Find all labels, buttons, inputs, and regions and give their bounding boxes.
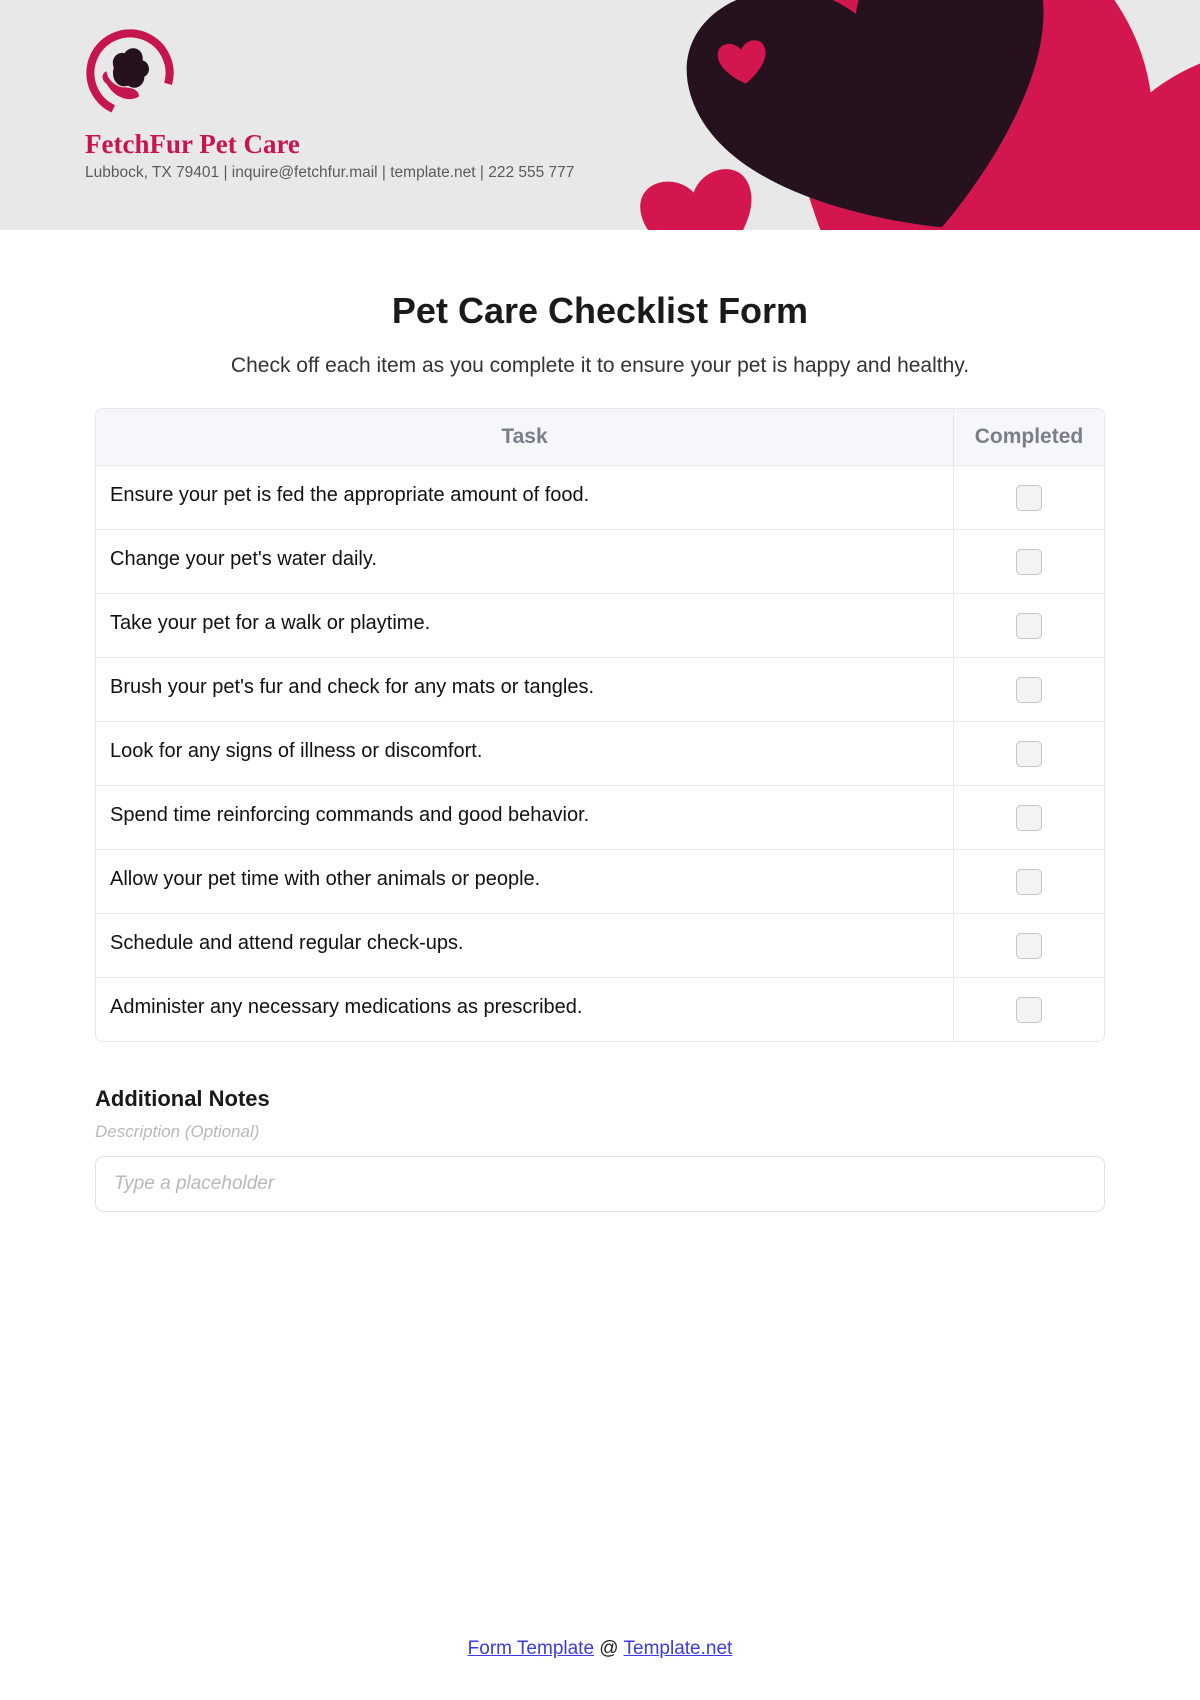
- table-header: Task Completed: [96, 409, 1104, 465]
- table-row: Ensure your pet is fed the appropriate a…: [96, 465, 1104, 529]
- checkbox[interactable]: [1016, 741, 1042, 767]
- completed-cell: [954, 594, 1104, 657]
- checkbox[interactable]: [1016, 677, 1042, 703]
- task-cell: Look for any signs of illness or discomf…: [96, 722, 954, 785]
- table-row: Schedule and attend regular check-ups.: [96, 913, 1104, 977]
- completed-cell: [954, 530, 1104, 593]
- checkbox[interactable]: [1016, 997, 1042, 1023]
- logo-icon: [85, 28, 175, 118]
- logo-block: FetchFur Pet Care Lubbock, TX 79401 | in…: [85, 28, 574, 182]
- footer-link-form-template[interactable]: Form Template: [468, 1638, 594, 1659]
- checkbox[interactable]: [1016, 869, 1042, 895]
- checkbox[interactable]: [1016, 933, 1042, 959]
- table-row: Change your pet's water daily.: [96, 529, 1104, 593]
- task-cell: Brush your pet's fur and check for any m…: [96, 658, 954, 721]
- checkbox[interactable]: [1016, 549, 1042, 575]
- main-content: Pet Care Checklist Form Check off each i…: [0, 230, 1200, 1212]
- task-cell: Ensure your pet is fed the appropriate a…: [96, 466, 954, 529]
- task-cell: Allow your pet time with other animals o…: [96, 850, 954, 913]
- header-bar: FetchFur Pet Care Lubbock, TX 79401 | in…: [0, 0, 1200, 230]
- table-row: Administer any necessary medications as …: [96, 977, 1104, 1041]
- completed-cell: [954, 978, 1104, 1041]
- table-row: Allow your pet time with other animals o…: [96, 849, 1104, 913]
- footer-link-template-net[interactable]: Template.net: [624, 1638, 733, 1659]
- checklist-table: Task Completed Ensure your pet is fed th…: [95, 408, 1105, 1042]
- completed-cell: [954, 914, 1104, 977]
- completed-cell: [954, 466, 1104, 529]
- completed-cell: [954, 722, 1104, 785]
- column-header-task: Task: [96, 409, 954, 465]
- checkbox[interactable]: [1016, 485, 1042, 511]
- checkbox[interactable]: [1016, 613, 1042, 639]
- hearts-decoration: [560, 0, 1200, 230]
- table-row: Take your pet for a walk or playtime.: [96, 593, 1104, 657]
- page-title: Pet Care Checklist Form: [95, 290, 1105, 332]
- task-cell: Take your pet for a walk or playtime.: [96, 594, 954, 657]
- intro-text: Check off each item as you complete it t…: [95, 354, 1105, 378]
- task-cell: Schedule and attend regular check-ups.: [96, 914, 954, 977]
- notes-section: Additional Notes Description (Optional): [95, 1086, 1105, 1212]
- table-row: Spend time reinforcing commands and good…: [96, 785, 1104, 849]
- notes-input[interactable]: [95, 1156, 1105, 1212]
- footer-separator: @: [594, 1638, 624, 1659]
- table-row: Brush your pet's fur and check for any m…: [96, 657, 1104, 721]
- completed-cell: [954, 850, 1104, 913]
- contact-line: Lubbock, TX 79401 | inquire@fetchfur.mai…: [85, 164, 574, 182]
- notes-description: Description (Optional): [95, 1122, 1105, 1142]
- task-cell: Change your pet's water daily.: [96, 530, 954, 593]
- checkbox[interactable]: [1016, 805, 1042, 831]
- footer: Form Template @ Template.net: [0, 1638, 1200, 1660]
- notes-title: Additional Notes: [95, 1086, 1105, 1112]
- task-cell: Administer any necessary medications as …: [96, 978, 954, 1041]
- column-header-completed: Completed: [954, 409, 1104, 465]
- brand-name: FetchFur Pet Care: [85, 129, 574, 160]
- completed-cell: [954, 658, 1104, 721]
- completed-cell: [954, 786, 1104, 849]
- task-cell: Spend time reinforcing commands and good…: [96, 786, 954, 849]
- table-row: Look for any signs of illness or discomf…: [96, 721, 1104, 785]
